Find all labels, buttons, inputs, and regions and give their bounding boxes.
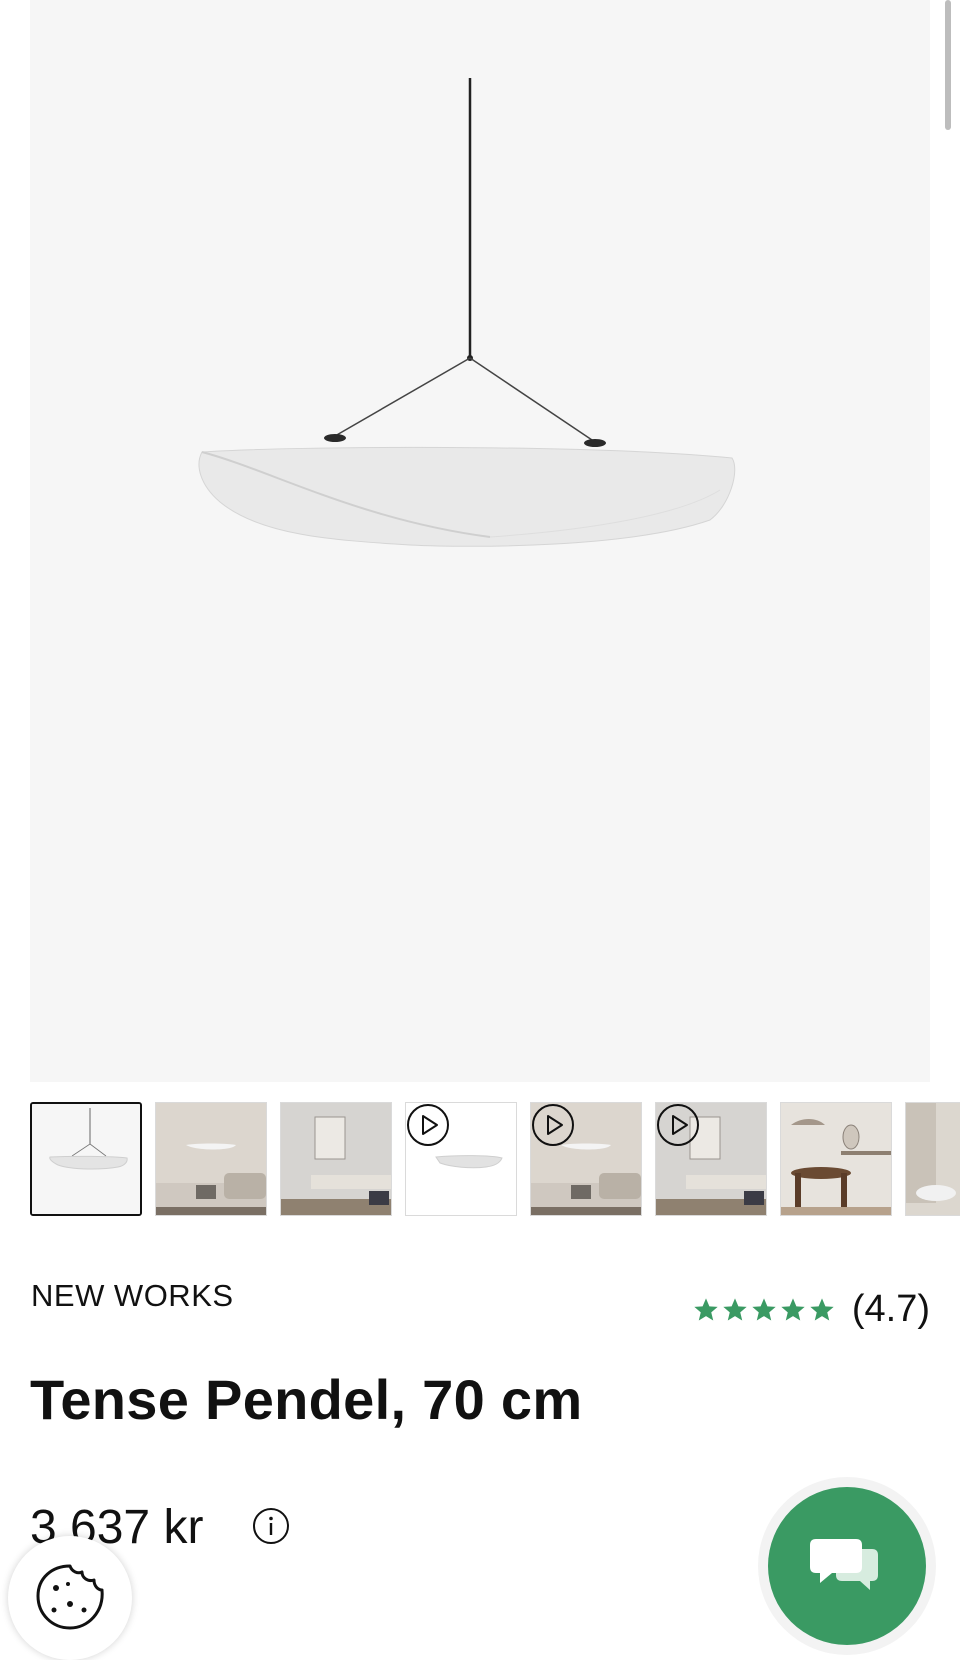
star-icon <box>810 1297 834 1320</box>
star-icon <box>781 1297 805 1320</box>
chat-button[interactable] <box>768 1487 926 1645</box>
thumbnail-dining-room-image <box>781 1103 891 1215</box>
thumbnail-room-image <box>906 1103 960 1215</box>
product-title: Tense Pendel, 70 cm <box>30 1368 583 1431</box>
thumbnail-4-video[interactable] <box>405 1102 517 1216</box>
thumbnail-1[interactable] <box>30 1102 142 1216</box>
thumbnail-3[interactable] <box>280 1102 392 1216</box>
cookie-settings-button[interactable] <box>8 1536 132 1660</box>
page-scrollbar[interactable] <box>945 0 951 130</box>
thumbnail-2[interactable] <box>155 1102 267 1216</box>
info-icon[interactable] <box>252 1507 290 1545</box>
star-icon <box>752 1297 776 1320</box>
thumbnail-6-video[interactable] <box>655 1102 767 1216</box>
thumbnail-8[interactable] <box>905 1102 960 1216</box>
chat-bubbles-icon <box>810 1539 878 1590</box>
pendant-lamp-illustration <box>198 78 736 547</box>
rating-value: (4.7) <box>851 1288 930 1330</box>
rating-stars <box>692 1296 836 1324</box>
star-icon <box>723 1297 747 1320</box>
thumbnail-7[interactable] <box>780 1102 892 1216</box>
play-icon <box>532 1104 574 1146</box>
play-icon <box>657 1104 699 1146</box>
thumbnail-wall-shelf-image <box>281 1103 391 1215</box>
thumbnail-living-room-image <box>156 1103 266 1215</box>
cookie-icon <box>36 1564 104 1630</box>
thumbnail-5-video[interactable] <box>530 1102 642 1216</box>
star-icon <box>694 1297 718 1320</box>
main-product-image[interactable] <box>30 0 930 1082</box>
play-icon <box>407 1104 449 1146</box>
brand-name[interactable]: NEW WORKS <box>31 1278 234 1314</box>
product-rating[interactable]: (4.7) <box>692 1288 930 1331</box>
thumbnail-lamp-image <box>32 1104 140 1214</box>
thumbnail-strip <box>30 1102 960 1220</box>
